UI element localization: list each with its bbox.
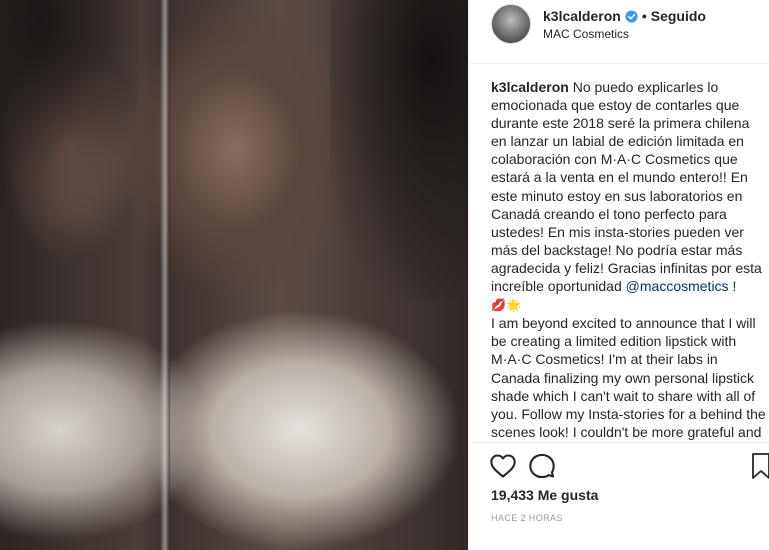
post-side-panel: k3lcalderon • Seguido MAC Cosmetics k3lc… xyxy=(468,0,769,550)
post-image[interactable] xyxy=(0,0,468,550)
image-shadow-left xyxy=(0,0,160,250)
caption-emojis: 💋🌟 xyxy=(491,298,521,313)
comment-bubble-icon xyxy=(529,453,555,479)
following-button[interactable]: Seguido xyxy=(651,8,706,24)
heart-icon xyxy=(490,454,516,478)
post-actions xyxy=(489,452,769,480)
bookmark-icon xyxy=(752,453,769,479)
save-button[interactable] xyxy=(751,452,769,480)
separator-dot: • xyxy=(641,8,647,24)
header-username-link[interactable]: k3lcalderon xyxy=(543,8,621,24)
mention-link[interactable]: @maccosmetics xyxy=(626,278,729,294)
caption-text-punct: ! xyxy=(732,278,737,295)
caption-text-spanish: No puedo explicarles lo emocionada que e… xyxy=(491,79,762,295)
username-row: k3lcalderon • Seguido xyxy=(543,8,706,24)
location-link[interactable]: MAC Cosmetics xyxy=(543,27,629,41)
verified-badge-icon xyxy=(625,9,638,23)
image-shadow-right xyxy=(330,0,468,300)
post-header: k3lcalderon • Seguido MAC Cosmetics xyxy=(469,0,769,64)
magazine-fold xyxy=(160,0,170,550)
post-caption: k3lcalderon No puedo explicarles lo emoc… xyxy=(491,78,766,442)
comment-button[interactable] xyxy=(528,452,556,480)
likes-count[interactable]: 19,433 Me gusta xyxy=(491,487,598,503)
like-button[interactable] xyxy=(489,452,517,480)
post-timestamp[interactable]: HACE 2 HORAS xyxy=(491,513,563,523)
divider xyxy=(469,442,769,443)
caption-text-english: I am beyond excited to announce that I w… xyxy=(491,315,766,442)
avatar[interactable] xyxy=(491,4,531,44)
caption-username-link[interactable]: k3lcalderon xyxy=(491,79,569,95)
